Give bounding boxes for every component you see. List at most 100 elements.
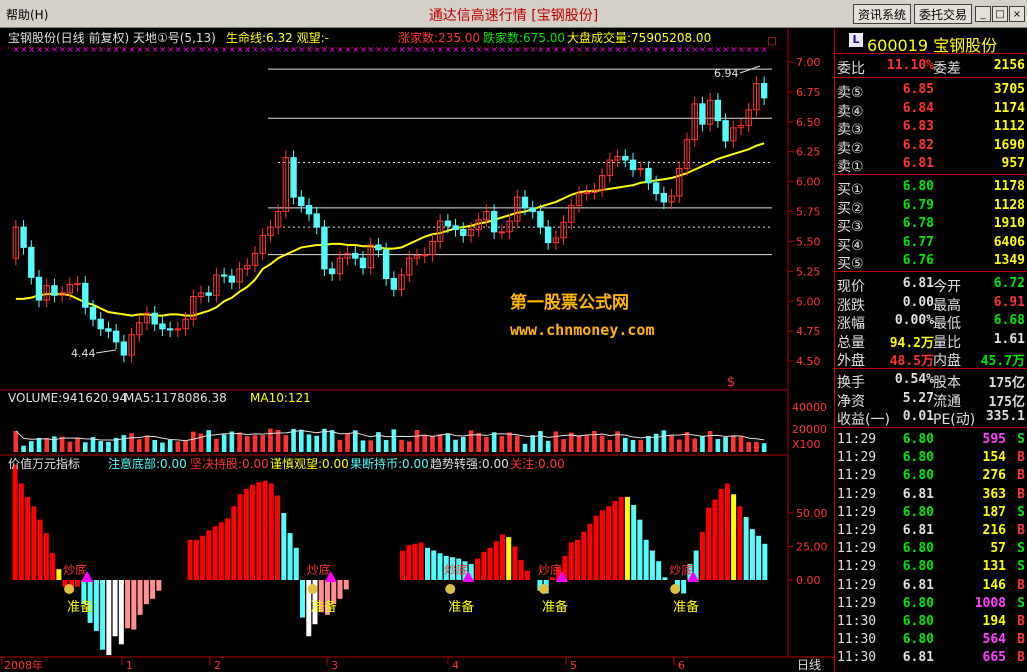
tick-row[interactable]: 11:30 6.80 194 B <box>835 612 1027 632</box>
signal-top-label: 炒底 <box>669 562 693 577</box>
tick-row[interactable]: 11:29 6.80 595 S <box>835 430 1027 450</box>
signal-x-mark: × <box>460 45 467 54</box>
volume-bar <box>530 435 536 452</box>
signal-x-mark: × <box>183 45 190 54</box>
tick-row[interactable]: 11:29 6.80 187 S <box>835 503 1027 523</box>
tick-side: S <box>1017 504 1025 520</box>
candle-body <box>120 341 128 356</box>
volume-bar <box>144 435 150 452</box>
indicator-bar <box>581 531 587 580</box>
tick-row[interactable]: 11:29 6.80 131 S <box>835 557 1027 577</box>
candle-body <box>460 228 467 236</box>
stat-value: 0.00% <box>894 313 934 329</box>
tick-row[interactable]: 11:29 6.81 216 B <box>835 521 1027 541</box>
tick-row[interactable]: 11:30 6.81 665 B <box>835 648 1027 668</box>
money-bag-icon <box>538 584 549 594</box>
candle-body <box>699 103 706 125</box>
level-volume: 1112 <box>993 119 1025 135</box>
indicator-bar <box>706 507 712 580</box>
level-price: 6.84 <box>902 100 934 116</box>
tick-row[interactable]: 11:29 6.80 57 S <box>835 539 1027 559</box>
signal-x-mark: × <box>453 45 460 54</box>
volume-panel[interactable]: 40000 20000 X100 VOLUME:941620.94 MA5:1178… <box>8 391 827 452</box>
volume-bar <box>738 436 744 452</box>
level-volume: 1349 <box>993 253 1025 269</box>
tick-row[interactable]: 11:29 6.80 276 B <box>835 466 1027 486</box>
signal-x-mark: × <box>591 45 598 54</box>
signal-x-mark: × <box>321 45 328 54</box>
trade-order-button[interactable]: 委托交易 <box>914 4 972 24</box>
volume-bar <box>622 437 628 452</box>
tick-price: 6.80 <box>902 504 934 520</box>
signal-top-label: 炒底 <box>63 562 87 577</box>
tick-side: B <box>1017 577 1025 593</box>
signal-x-mark: × <box>684 45 691 54</box>
tick-row[interactable]: 11:29 6.81 363 B <box>835 485 1027 505</box>
candle-body <box>722 120 729 142</box>
volume-bar <box>360 440 366 452</box>
signal-x-mark: × <box>537 45 544 54</box>
volume-bar <box>21 445 26 452</box>
tick-price: 6.80 <box>902 559 934 575</box>
kline-chart-area[interactable]: × × × × × × × × × × × × × × × × × × × × × × × × × × × × × × × × × × × × × × × ×… <box>0 28 834 672</box>
volume-bar <box>576 435 582 452</box>
news-system-button[interactable]: 资讯系统 <box>853 4 911 24</box>
volume-ma-line <box>15 429 765 442</box>
volume-bar <box>476 433 482 452</box>
volume-bar <box>676 439 682 452</box>
indicator-bar <box>618 496 624 580</box>
candle-body <box>298 196 305 207</box>
tick-time: 11:29 <box>837 468 877 484</box>
indicator-bar <box>293 547 299 580</box>
signal-x-mark: × <box>738 45 745 54</box>
volume-bar <box>669 435 674 452</box>
signal-x-mark: × <box>584 45 591 54</box>
menu-help[interactable]: 帮助(H) <box>6 6 48 23</box>
indicator-bar <box>256 482 262 580</box>
stat-row: 现价 6.81 今开 6.72 <box>835 274 1027 295</box>
tick-volume: 194 <box>982 614 1006 629</box>
signal-x-mark: × <box>561 45 568 54</box>
signal-x-mark: × <box>522 45 529 54</box>
close-button[interactable]: × <box>1009 6 1025 22</box>
tick-row[interactable]: 11:29 6.80 1008 S <box>835 594 1027 614</box>
volume-bar <box>692 438 698 452</box>
stat-value-2: 6.68 <box>993 313 1025 329</box>
price-panel[interactable]: × × × × × × × × × × × × × × × × × × × × × × × × × × × × × × × × × × × × × × × ×… <box>8 30 821 390</box>
indicator-bar <box>487 547 493 580</box>
signal-x-mark: × <box>51 45 58 54</box>
period-label[interactable]: 日线 <box>797 658 821 672</box>
volume-bar <box>160 442 165 452</box>
tick-volume: 276 <box>982 468 1006 484</box>
indicator-bar <box>743 517 749 580</box>
candle-body <box>313 213 320 228</box>
indicator-header-hold: 坚决持股:0.00 <box>190 456 269 471</box>
money-bag-icon <box>64 584 75 594</box>
tick-row[interactable]: 11:29 6.80 154 B <box>835 448 1027 468</box>
volume-bar <box>345 433 350 452</box>
minimize-button[interactable]: _ <box>975 6 991 22</box>
volume-bar <box>445 433 451 452</box>
signal-x-mark: × <box>75 45 82 54</box>
signal-bottom-label: 准备 <box>67 599 93 615</box>
tick-volume: 363 <box>982 486 1006 502</box>
tick-row[interactable]: 11:30 6.80 564 B <box>835 630 1027 650</box>
value-indicator-panel[interactable]: 炒底准备 炒底准备 炒底准备 炒底准备 炒底准备 50.00 25.00 0.00 价值万元… <box>8 456 828 656</box>
signal-x-mark: × <box>645 45 652 54</box>
indicator-bar <box>737 506 743 580</box>
indicator-bar <box>125 580 131 629</box>
signal-x-mark: × <box>468 45 475 54</box>
volume-bar <box>314 435 320 452</box>
volume-bar <box>522 443 528 452</box>
tick-side: B <box>1017 614 1025 629</box>
tick-time: 11:29 <box>837 541 877 557</box>
volume-bar <box>283 435 289 452</box>
candle-body <box>205 292 212 296</box>
diff-label: 委差 <box>933 61 961 77</box>
price-header-down-count: 跌家数:675.00 <box>483 30 565 45</box>
tick-row[interactable]: 11:29 6.81 146 B <box>835 576 1027 596</box>
price-tick-label: 6.00 <box>796 176 821 189</box>
indicator-bar <box>406 545 412 580</box>
maximize-button[interactable]: □ <box>992 6 1008 22</box>
signal-x-mark: × <box>653 45 660 54</box>
